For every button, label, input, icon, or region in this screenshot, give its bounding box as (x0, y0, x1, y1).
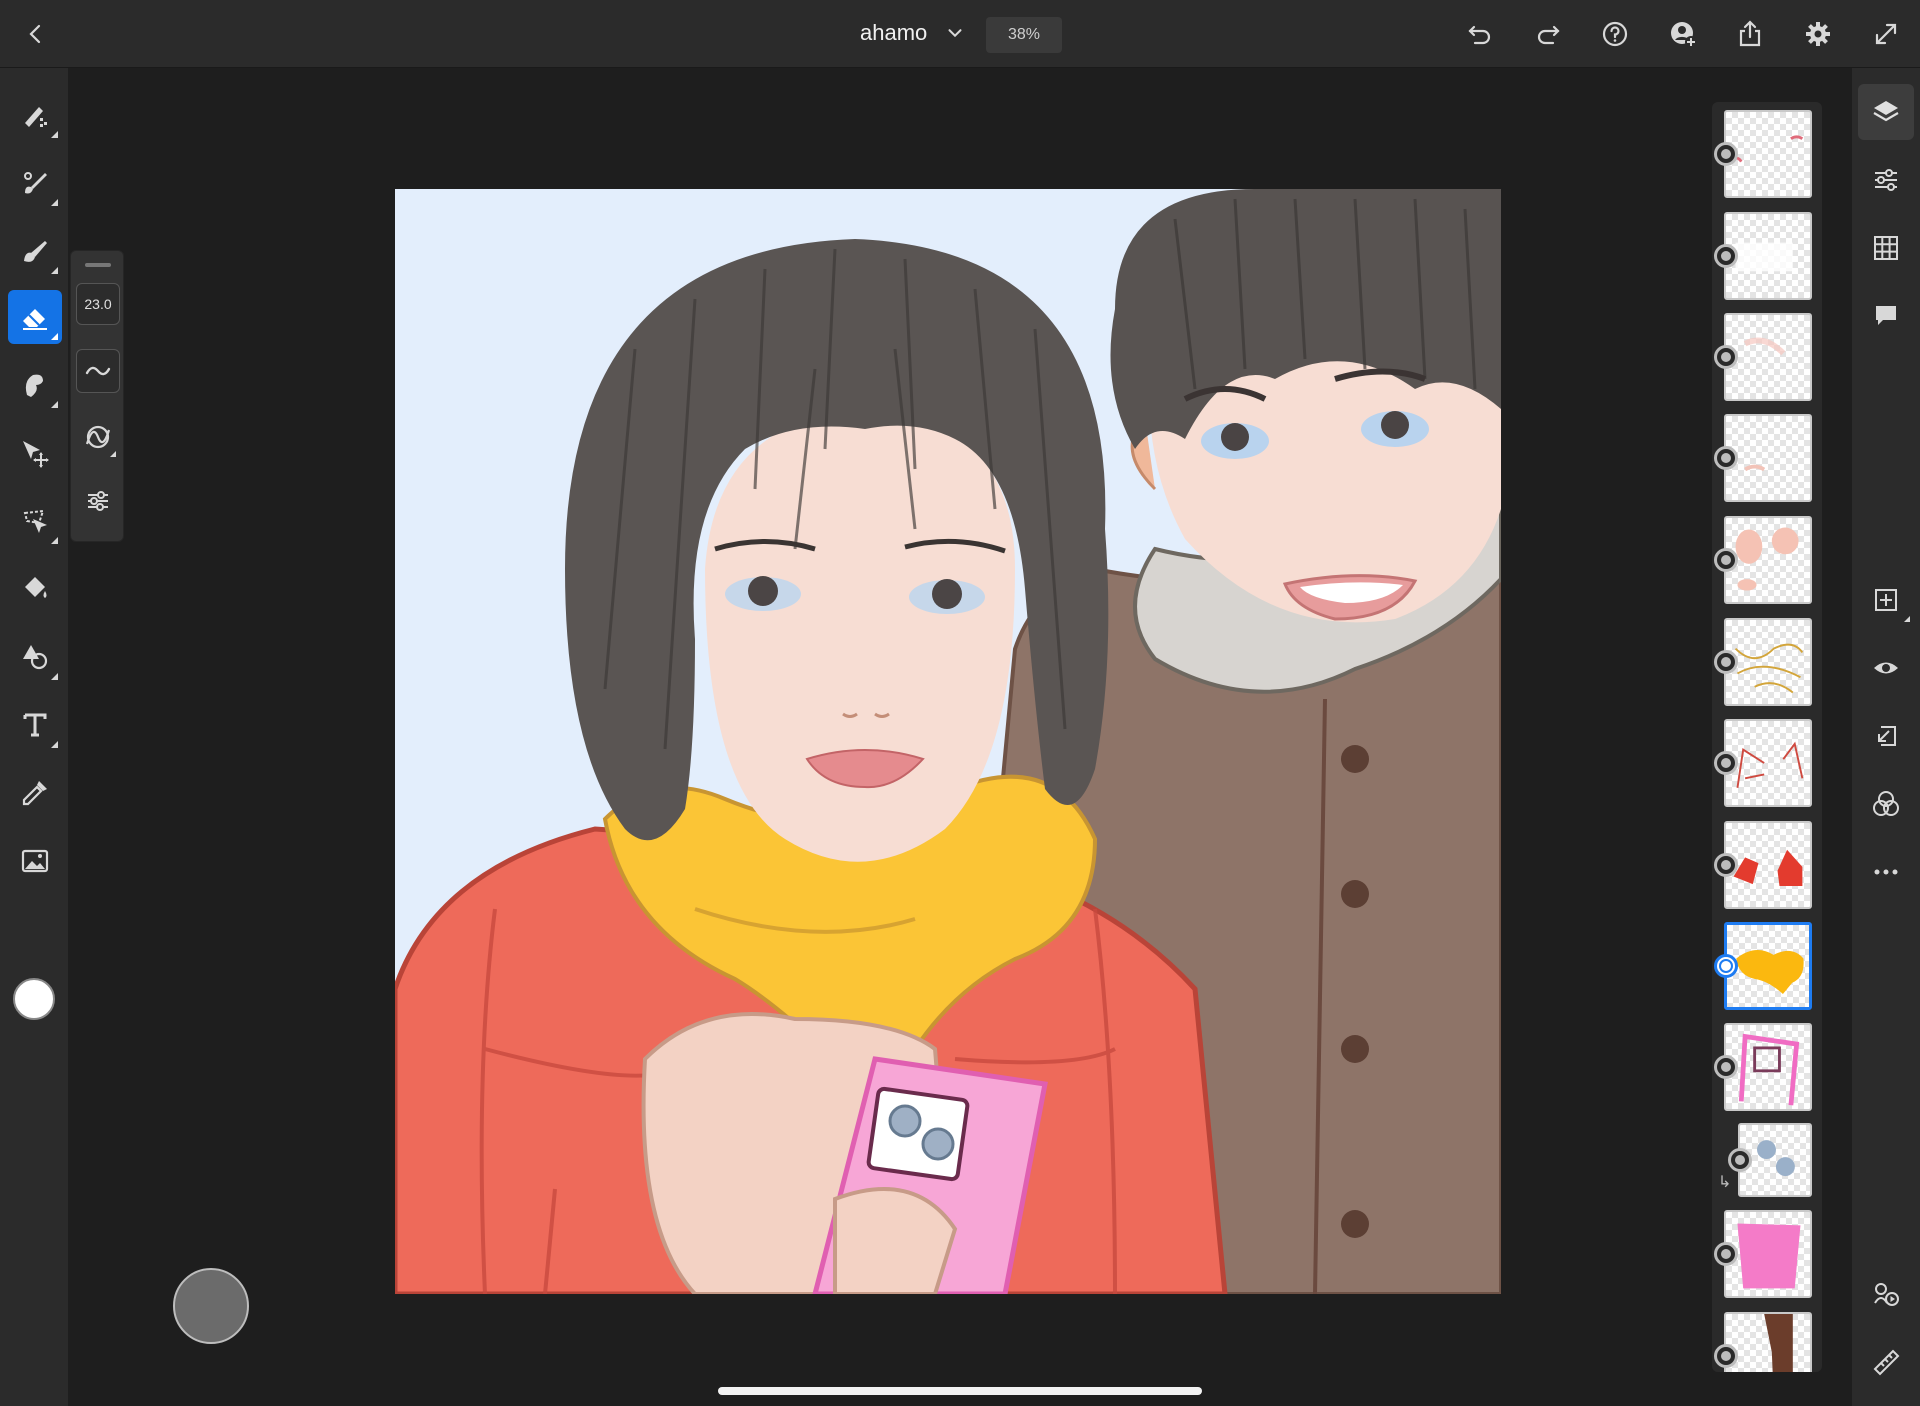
more-button[interactable] (1858, 844, 1914, 900)
blend-mode-button[interactable] (1858, 776, 1914, 832)
blend-icon (1873, 791, 1899, 816)
import-icon (1878, 726, 1896, 746)
brush-settings-button[interactable] (76, 479, 120, 523)
layer-visibility-toggle[interactable] (1714, 853, 1738, 877)
vector-brush-icon (24, 241, 47, 262)
smoothing-icon (85, 366, 111, 376)
eyedropper-tool[interactable] (8, 766, 62, 820)
layer-thumbnail[interactable] (1724, 1312, 1812, 1372)
layer-visibility-toggle[interactable] (1714, 244, 1738, 268)
vector-brush-tool[interactable] (8, 224, 62, 278)
current-color-swatch[interactable] (13, 978, 55, 1020)
grid-icon (1874, 236, 1898, 260)
share-icon (1739, 20, 1761, 47)
redo-button[interactable] (1530, 16, 1566, 52)
add-layer-button[interactable] (1858, 572, 1914, 628)
flow-button[interactable] (76, 415, 120, 459)
type-tool[interactable] (8, 698, 62, 752)
home-indicator[interactable] (718, 1387, 1202, 1395)
eraser-icon (23, 309, 47, 330)
livestream-icon (1874, 1283, 1899, 1306)
layer-visibility-toggle[interactable] (1714, 751, 1738, 775)
eraser-tool[interactable] (8, 290, 62, 344)
pixel-brush-icon (25, 107, 47, 127)
help-button[interactable] (1597, 16, 1633, 52)
top-bar: ahamo 38% (0, 0, 1920, 68)
layer-visibility-toggle[interactable] (1728, 1148, 1752, 1172)
modifier-touch-button[interactable] (173, 1268, 249, 1344)
brush-size-value[interactable]: 23.0 (76, 283, 120, 325)
visibility-button[interactable] (1858, 640, 1914, 696)
settings-icon (1806, 22, 1830, 46)
add-layer-icon (1875, 589, 1897, 611)
fullscreen-icon (1875, 23, 1897, 45)
comments-icon (1876, 306, 1896, 325)
layer-visibility-toggle[interactable] (1714, 954, 1738, 978)
visibility-icon (1874, 662, 1898, 674)
pixel-brush-tool[interactable] (8, 88, 62, 142)
shapes-icon (23, 645, 48, 670)
layer-visibility-toggle[interactable] (1714, 142, 1738, 166)
layer-visibility-toggle[interactable] (1714, 1344, 1738, 1368)
right-panel-bar (1852, 68, 1920, 1406)
layers-button[interactable] (1858, 84, 1914, 140)
layer-visibility-toggle[interactable] (1714, 650, 1738, 674)
artwork-canvas[interactable] (395, 189, 1501, 1294)
more-icon (1874, 869, 1898, 875)
layers-icon (1873, 101, 1899, 122)
fill-tool[interactable] (8, 562, 62, 616)
import-button[interactable] (1858, 708, 1914, 764)
invite-icon (1671, 22, 1697, 48)
title-dropdown-button[interactable] (944, 22, 966, 44)
smoothing-button[interactable] (76, 349, 120, 393)
shapes-tool[interactable] (8, 630, 62, 684)
live-brush-icon (24, 172, 47, 194)
flow-icon (85, 425, 111, 449)
livestream-button[interactable] (1858, 1266, 1914, 1322)
layer-visibility-toggle[interactable] (1714, 548, 1738, 572)
brush-settings-icon (88, 491, 108, 511)
layer-properties-icon (1875, 169, 1897, 191)
back-button[interactable] (20, 18, 52, 50)
layer-visibility-toggle[interactable] (1714, 1242, 1738, 1266)
tool-bar (0, 68, 68, 1406)
illustration (395, 189, 1501, 1294)
live-brush-tool[interactable] (8, 156, 62, 210)
comments-button[interactable] (1858, 288, 1914, 344)
smudge-icon (25, 374, 43, 397)
paint-bucket-icon (25, 577, 47, 598)
layer-visibility-toggle[interactable] (1714, 446, 1738, 470)
image-icon (21, 849, 49, 873)
settings-button[interactable] (1800, 16, 1836, 52)
place-image-tool[interactable] (8, 834, 62, 888)
ruler-button[interactable] (1858, 1334, 1914, 1390)
zoom-level[interactable]: 38% (986, 17, 1062, 53)
layer-visibility-toggle[interactable] (1714, 1055, 1738, 1079)
clipping-mask-arrow-icon: ↳ (1718, 1174, 1732, 1191)
eyedropper-icon (22, 781, 47, 806)
smudge-tool[interactable] (8, 358, 62, 412)
lasso-icon (23, 509, 47, 533)
move-icon (23, 441, 49, 468)
redo-icon (1537, 25, 1560, 45)
help-icon (1602, 21, 1628, 47)
layers-panel: ↳ (1712, 102, 1822, 1372)
document-title[interactable]: ahamo (860, 20, 927, 46)
tool-options-panel: 23.0 (70, 250, 124, 542)
back-icon (29, 24, 41, 44)
selection-tool[interactable] (8, 494, 62, 548)
transform-tool[interactable] (8, 426, 62, 480)
fullscreen-button[interactable] (1868, 16, 1904, 52)
ruler-icon (1873, 1349, 1900, 1376)
layer-properties-button[interactable] (1858, 152, 1914, 208)
share-button[interactable] (1732, 16, 1768, 52)
invite-button[interactable] (1665, 16, 1701, 52)
grid-button[interactable] (1858, 220, 1914, 276)
undo-icon (1468, 25, 1491, 45)
type-icon (23, 713, 47, 737)
layer-visibility-toggle[interactable] (1714, 345, 1738, 369)
panel-grip[interactable] (85, 263, 111, 267)
chevron-down-icon (948, 29, 962, 38)
undo-button[interactable] (1462, 16, 1498, 52)
